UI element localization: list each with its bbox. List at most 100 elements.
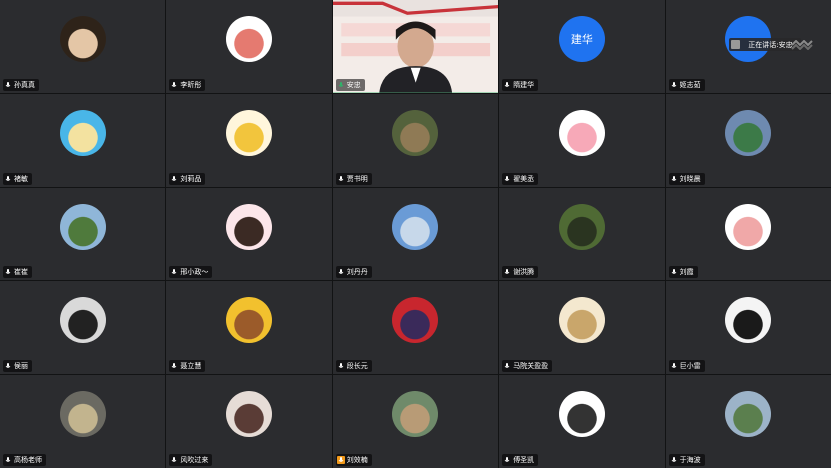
participant-name: 刘晓晨 [668, 172, 705, 185]
participant-name: 谢洪腾 [502, 266, 539, 279]
participant-tile[interactable]: 褚敏 [0, 93, 166, 187]
participant-tile[interactable]: 翟美丞 [499, 93, 665, 187]
avatar [558, 391, 605, 438]
more-icon[interactable] [791, 40, 813, 50]
mic-icon [4, 268, 12, 276]
participant-name: 风吹过来 [169, 454, 213, 466]
video-grid: 孙真真 李昕彤 安忠 建华 隋建华 姬志茹 褚敏 刘莉品 贾书明 翟美丞 刘晓晨 崔崔 邢小政～ 刘丹丹谢… [0, 0, 831, 468]
participant-tile[interactable]: 崔崔 [0, 187, 166, 281]
participant-name: 隋建华 [502, 78, 539, 91]
avatar [558, 297, 605, 344]
avatar [392, 109, 439, 156]
participant-tile[interactable]: 建华隋建华 [499, 0, 665, 93]
participant-name-label: 崔崔 [14, 268, 28, 277]
mic-icon [170, 81, 178, 89]
participant-name-label: 马院关盈盈 [513, 362, 549, 371]
participant-tile[interactable]: 安忠 [332, 0, 499, 93]
avatar [59, 203, 106, 250]
participant-name-label: 姬志茹 [679, 80, 701, 89]
participant-tile[interactable]: 贾书明 [332, 93, 499, 187]
participant-tile[interactable]: 高杨老师 [0, 375, 166, 468]
avatar [392, 297, 439, 344]
avatar [725, 391, 772, 438]
participant-name-label: 傅圣凯 [513, 456, 535, 464]
participant-tile[interactable]: 马院关盈盈 [499, 281, 665, 375]
avatar [725, 297, 772, 344]
participant-tile[interactable]: 刘丹丹 [332, 187, 499, 281]
participant-tile[interactable]: 李昕彤 [166, 0, 332, 93]
avatar [59, 15, 106, 62]
participant-name: 侯丽 [3, 360, 32, 373]
mic-icon [503, 362, 511, 370]
participant-tile[interactable]: 聂立慧 [166, 281, 332, 375]
participant-name: 高杨老师 [3, 454, 46, 466]
mic-icon [670, 81, 678, 89]
participant-tile[interactable]: 巨小雷 [665, 281, 831, 375]
participant-name-label: 侯丽 [14, 362, 28, 371]
participant-tile[interactable]: 刘莉品 [166, 93, 332, 187]
participant-name-label: 孙真真 [14, 80, 35, 89]
mic-icon [503, 81, 511, 89]
participant-name-label: 刘丹丹 [346, 268, 368, 277]
mic-icon [170, 362, 178, 370]
participant-name: 聂立慧 [169, 360, 206, 373]
participant-tile[interactable]: 段长元 [332, 281, 499, 375]
participant-name-label: 贾书明 [346, 174, 368, 183]
avatar [226, 297, 273, 344]
participant-tile[interactable]: 刘霞 [665, 187, 831, 281]
participant-tile[interactable]: 侯丽 [0, 281, 166, 375]
participant-name: 安忠 [335, 78, 365, 91]
avatar [226, 15, 273, 62]
mic-icon [170, 175, 178, 183]
avatar [226, 109, 273, 156]
mic-icon [170, 456, 178, 464]
participant-name-label: 褚敏 [14, 174, 28, 183]
mic-icon [337, 362, 345, 370]
participant-name-label: 隋建华 [513, 80, 535, 89]
participant-tile[interactable]: 刘效楠 [332, 375, 499, 468]
participant-name-label: 刘霞 [679, 268, 694, 277]
participant-tile[interactable]: 邢小政～ [166, 187, 332, 281]
participant-tile[interactable]: 谢洪腾 [499, 187, 665, 281]
participant-name-label: 李昕彤 [180, 80, 202, 89]
participant-name: 马院关盈盈 [502, 360, 553, 373]
participant-name: 邢小政～ [169, 266, 213, 279]
avatar [725, 109, 772, 156]
participant-name-label: 刘莉品 [180, 174, 202, 183]
mic-icon [670, 175, 678, 183]
participant-name: 刘效楠 [335, 454, 372, 466]
avatar [59, 391, 106, 438]
mic-icon [4, 362, 12, 370]
mic-icon [670, 456, 678, 464]
mic-icon [670, 362, 678, 370]
avatar [59, 297, 106, 344]
participant-name-label: 高杨老师 [14, 456, 42, 464]
participant-tile[interactable]: 风吹过来 [166, 375, 332, 468]
participant-tile[interactable]: 傅圣凯 [499, 375, 665, 468]
participant-name: 段长元 [335, 360, 372, 373]
avatar [558, 109, 605, 156]
participant-tile[interactable]: 于海波 [665, 375, 831, 468]
participant-name: 孙真真 [3, 78, 39, 91]
participant-tile[interactable]: 孙真真 [0, 0, 166, 93]
mic-icon [4, 175, 12, 183]
avatar: 建华 [558, 15, 605, 62]
participant-name: 傅圣凯 [502, 454, 539, 466]
avatar [226, 391, 273, 438]
mic-icon [337, 81, 345, 89]
mic-icon [170, 268, 178, 276]
participant-name-label: 风吹过来 [180, 456, 209, 464]
participant-name-label: 邢小政～ [180, 268, 209, 277]
mic-icon [503, 175, 511, 183]
participant-name: 翟美丞 [502, 172, 539, 185]
participant-name: 贾书明 [335, 172, 372, 185]
mic-icon [503, 268, 511, 276]
participant-name-label: 翟美丞 [513, 174, 535, 183]
participant-name: 刘丹丹 [335, 266, 372, 279]
mic-icon [337, 175, 345, 183]
speaking-prefix: 正在讲话: [748, 40, 779, 49]
participant-name-label: 谢洪腾 [513, 268, 535, 277]
participant-tile[interactable]: 刘晓晨 [665, 93, 831, 187]
participant-name: 褚敏 [3, 172, 32, 185]
participant-name: 刘霞 [668, 266, 698, 279]
